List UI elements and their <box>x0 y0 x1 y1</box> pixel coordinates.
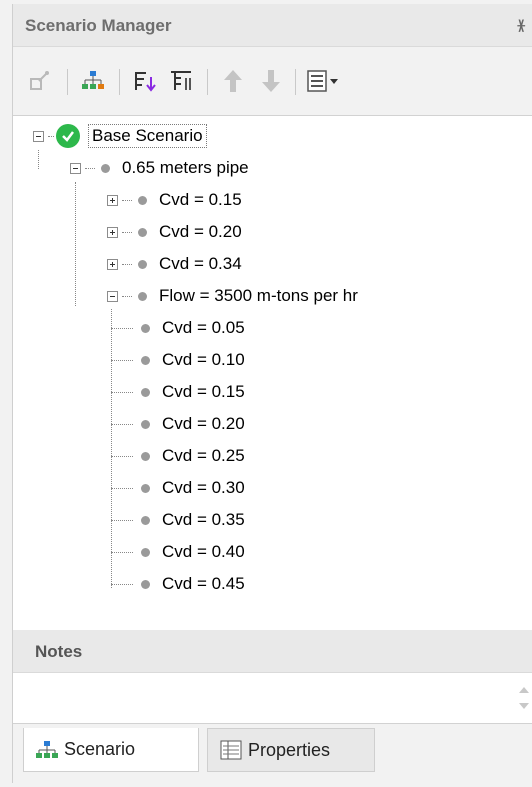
view-options-icon[interactable] <box>303 65 347 97</box>
scenario-bullet-icon <box>141 547 150 557</box>
tree-node-label: Cvd = 0.34 <box>159 254 242 273</box>
bottom-tabs: Scenario Properties <box>13 724 532 787</box>
scenario-tree: Base Scenario 0.65 meters pipe Cvd = 0.1… <box>13 115 532 631</box>
tree-node-label: 0.65 meters pipe <box>122 158 249 177</box>
panel-title-bar: Scenario Manager ᚕ <box>13 4 532 47</box>
tree-node-label: Flow = 3500 m-tons per hr <box>159 286 358 305</box>
move-down-icon[interactable] <box>255 65 287 97</box>
expand-icon[interactable] <box>107 258 118 270</box>
tree-node-label: Base Scenario <box>88 124 207 148</box>
new-scenario-icon[interactable] <box>23 65 55 97</box>
tab-label: Scenario <box>64 739 136 759</box>
collapse-icon[interactable] <box>107 290 118 302</box>
scenario-bullet-icon <box>138 259 147 269</box>
tree-node-cvd-0-15[interactable]: Cvd = 0.15 <box>107 185 242 215</box>
tree-leaf[interactable]: Cvd = 0.10 <box>111 345 245 375</box>
tab-scenario[interactable]: Scenario <box>23 728 199 772</box>
tree-node-cvd-0-34[interactable]: Cvd = 0.34 <box>107 249 242 279</box>
tree-leaf[interactable]: Cvd = 0.15 <box>111 377 245 407</box>
scenario-tree-icon <box>36 740 58 760</box>
scenario-bullet-icon <box>138 227 147 237</box>
toolbar-separator <box>119 69 120 95</box>
tree-node-label: Cvd = 0.30 <box>162 478 245 497</box>
scenario-bullet-icon <box>141 483 150 493</box>
scenario-bullet-icon <box>138 195 147 205</box>
scenario-bullet-icon <box>141 323 150 333</box>
tree-leaf[interactable]: Cvd = 0.35 <box>111 505 245 535</box>
tree-node-label: Cvd = 0.40 <box>162 542 245 561</box>
toolbar-separator <box>67 69 68 95</box>
tree-node-label: Cvd = 0.20 <box>159 222 242 241</box>
collapse-icon[interactable] <box>33 130 44 142</box>
notes-title: Notes <box>35 642 83 661</box>
tab-properties[interactable]: Properties <box>207 728 375 772</box>
scenario-tree-icon[interactable] <box>77 65 109 97</box>
tree-connector <box>38 150 39 169</box>
properties-icon <box>220 740 242 760</box>
tree-node-label: Cvd = 0.15 <box>159 190 242 209</box>
scenario-bullet-icon <box>141 451 150 461</box>
tree-node-flow[interactable]: Flow = 3500 m-tons per hr <box>107 281 358 311</box>
toolbar-separator <box>295 69 296 95</box>
toolbar-separator <box>207 69 208 95</box>
tree-node-label: Cvd = 0.45 <box>162 574 245 593</box>
tree-leaf[interactable]: Cvd = 0.20 <box>111 409 245 439</box>
scenario-bullet-icon <box>141 419 150 429</box>
tree-leaf[interactable]: Cvd = 0.25 <box>111 441 245 471</box>
scenario-bullet-icon <box>141 515 150 525</box>
tree-node-label: Cvd = 0.05 <box>162 318 245 337</box>
toolbar <box>13 47 532 115</box>
notes-header: Notes <box>13 630 532 673</box>
sort-ascending-icon[interactable] <box>129 65 161 97</box>
scenario-bullet-icon <box>101 163 110 173</box>
tree-leaf[interactable]: Cvd = 0.30 <box>111 473 245 503</box>
move-up-icon[interactable] <box>217 65 249 97</box>
tree-leaf[interactable]: Cvd = 0.05 <box>111 313 245 343</box>
tree-connector <box>75 182 76 306</box>
scenario-bullet-icon <box>141 355 150 365</box>
scenario-bullet-icon <box>141 579 150 589</box>
expand-icon[interactable] <box>107 226 118 238</box>
scroll-down-icon[interactable] <box>519 703 529 709</box>
tree-leaf[interactable]: Cvd = 0.40 <box>111 537 245 567</box>
tree-node-base-scenario[interactable]: Base Scenario <box>33 121 207 151</box>
tree-node-label: Cvd = 0.15 <box>162 382 245 401</box>
expand-icon[interactable] <box>107 194 118 206</box>
tree-node-label: Cvd = 0.25 <box>162 446 245 465</box>
tree-node-label: Cvd = 0.20 <box>162 414 245 433</box>
panel-title: Scenario Manager <box>25 16 172 35</box>
tree-node-label: Cvd = 0.35 <box>162 510 245 529</box>
scenario-bullet-icon <box>141 387 150 397</box>
scroll-up-icon[interactable] <box>519 687 529 693</box>
pin-icon[interactable]: ᚕ <box>518 16 525 34</box>
scenario-bullet-icon <box>138 291 147 301</box>
scenario-manager-panel: Scenario Manager ᚕ Base Scenario 0.65 me… <box>12 4 532 787</box>
notes-textarea[interactable] <box>13 673 532 724</box>
tree-leaf[interactable]: Cvd = 0.45 <box>111 569 245 599</box>
tab-label: Properties <box>248 739 331 760</box>
sort-descending-icon[interactable] <box>165 65 197 97</box>
tree-node-pipe[interactable]: 0.65 meters pipe <box>70 153 249 183</box>
collapse-icon[interactable] <box>70 162 81 174</box>
active-check-icon <box>56 124 80 148</box>
tree-node-cvd-0-20[interactable]: Cvd = 0.20 <box>107 217 242 247</box>
tree-node-label: Cvd = 0.10 <box>162 350 245 369</box>
